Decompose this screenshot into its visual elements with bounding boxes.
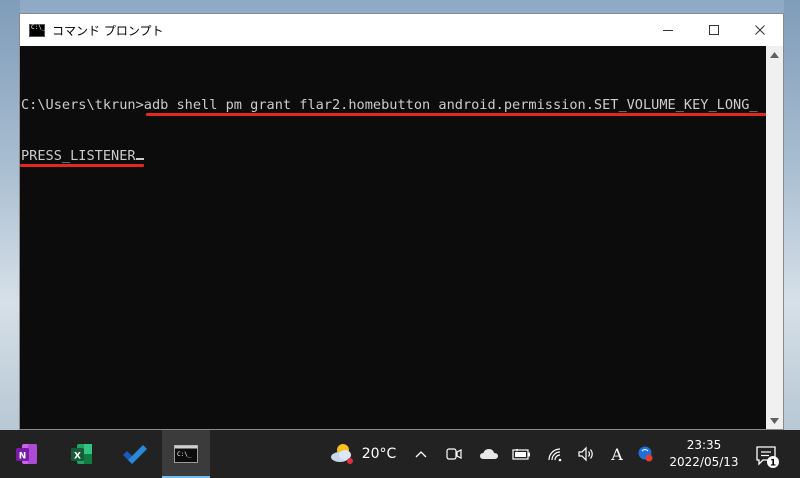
excel-icon: X xyxy=(71,444,92,464)
taskbar-app-command-prompt[interactable]: C:\_ xyxy=(162,430,210,478)
minimize-button[interactable] xyxy=(645,14,691,46)
weather-temperature: 20°C xyxy=(361,446,397,462)
console-line-2-text: PRESS_LISTENER xyxy=(21,148,136,164)
scroll-down-button[interactable] xyxy=(766,412,783,429)
todo-icon xyxy=(123,445,147,464)
show-hidden-icons-button[interactable] xyxy=(410,430,432,478)
onenote-icon: N xyxy=(16,444,37,464)
arrow-down-icon xyxy=(770,417,779,424)
notification-count: 1 xyxy=(770,459,776,469)
command-prompt-window[interactable]: コマンド プロンプト C:\Users\tkrun>adb shell pm g… xyxy=(19,13,784,430)
taskbar: N X C:\_ 20°C A 23:35 2022/05/13 1 xyxy=(0,430,800,478)
vertical-scrollbar[interactable] xyxy=(766,46,783,429)
tray-ime-mode[interactable]: A xyxy=(606,430,628,478)
weather-icon xyxy=(330,444,353,464)
taskbar-app-excel[interactable]: X xyxy=(57,430,105,478)
keyboard-ime-icon xyxy=(638,446,653,462)
tray-input-indicator[interactable] xyxy=(634,430,658,478)
window-title: コマンド プロンプト xyxy=(52,23,164,38)
tray-onedrive[interactable] xyxy=(476,430,502,478)
chevron-up-icon xyxy=(415,451,427,458)
svg-text:X: X xyxy=(74,452,81,462)
highlight-underline-2 xyxy=(20,164,144,167)
cloud-icon xyxy=(480,449,498,459)
taskbar-clock[interactable]: 23:35 2022/05/13 xyxy=(660,437,748,471)
taskbar-app-onenote[interactable]: N xyxy=(2,430,50,478)
console-line-2: PRESS_LISTENER xyxy=(20,148,768,167)
wifi-icon xyxy=(548,448,562,462)
desktop-wallpaper-left xyxy=(0,0,20,430)
desktop-wallpaper-right xyxy=(784,0,800,430)
clock-time: 23:35 xyxy=(686,438,722,452)
cmd-icon: C:\_ xyxy=(174,445,198,463)
tray-network[interactable] xyxy=(543,430,567,478)
console-output[interactable]: C:\Users\tkrun>adb shell pm grant flar2.… xyxy=(20,46,768,429)
notification-center-button[interactable]: 1 xyxy=(754,443,780,469)
video-camera-icon xyxy=(446,448,462,460)
weather-widget[interactable]: 20°C xyxy=(326,430,398,478)
cmd-icon xyxy=(29,23,45,37)
text-cursor xyxy=(135,158,144,160)
tray-meet-now[interactable] xyxy=(442,430,466,478)
console-line-1-text: C:\Users\tkrun>adb shell pm grant flar2.… xyxy=(21,97,758,113)
clock-date: 2022/05/13 xyxy=(669,455,739,469)
taskbar-app-todo[interactable] xyxy=(111,430,159,478)
close-button[interactable] xyxy=(737,14,783,46)
scroll-up-button[interactable] xyxy=(766,46,783,63)
close-icon xyxy=(755,25,765,35)
svg-text:C:\_: C:\_ xyxy=(177,451,192,458)
tray-volume[interactable] xyxy=(574,430,598,478)
title-bar[interactable]: コマンド プロンプト xyxy=(20,14,783,46)
speaker-icon xyxy=(578,446,593,462)
tray-battery[interactable] xyxy=(510,430,534,478)
console-line-1: C:\Users\tkrun>adb shell pm grant flar2.… xyxy=(20,97,768,116)
highlight-underline-1 xyxy=(146,113,768,116)
window-controls xyxy=(645,14,783,46)
notification-icon: 1 xyxy=(756,446,779,469)
minimize-icon xyxy=(663,30,673,31)
ime-mode-label: A xyxy=(611,444,623,464)
maximize-icon xyxy=(709,25,719,35)
maximize-button[interactable] xyxy=(691,14,737,46)
svg-text:N: N xyxy=(19,452,27,462)
battery-icon xyxy=(512,449,530,460)
arrow-up-icon xyxy=(770,51,779,58)
